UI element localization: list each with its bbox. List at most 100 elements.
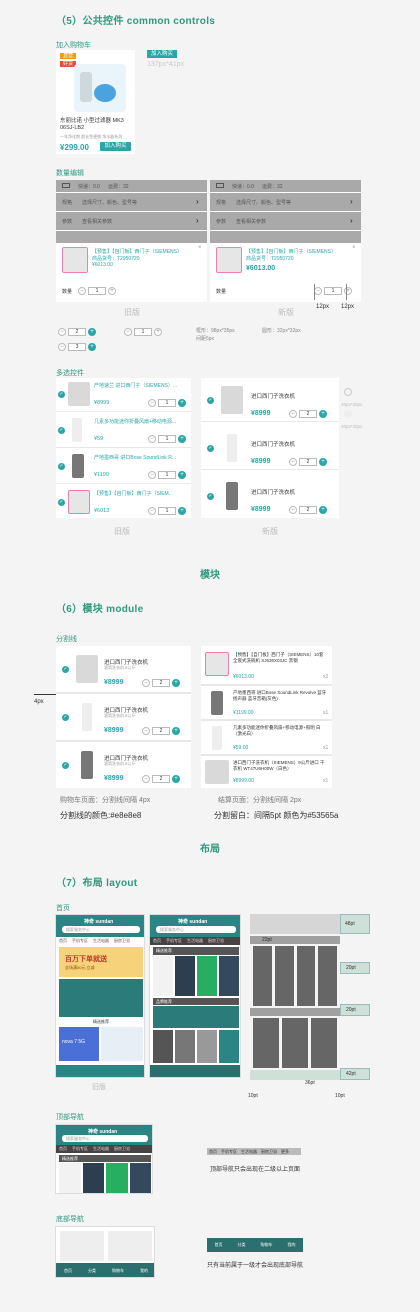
spec-row[interactable]: 规格 选择尺寸、颜色、型号等 › (210, 193, 361, 211)
tab-home[interactable]: 首页 (59, 1145, 67, 1153)
plus-icon[interactable]: + (108, 287, 116, 295)
category-grid[interactable] (59, 979, 143, 1017)
qty-stepper[interactable]: −2 + (142, 775, 180, 783)
stepper-value[interactable]: 1 (134, 328, 152, 336)
check-icon[interactable]: ✓ (62, 714, 69, 721)
check-icon[interactable]: ✓ (58, 427, 65, 434)
param-row[interactable]: 参数 查看相关参数 › (56, 212, 207, 230)
tab-phones[interactable]: 手机专区 (221, 1148, 237, 1155)
nav-category[interactable]: 分类 (238, 1242, 246, 1248)
close-icon[interactable]: × (352, 245, 356, 251)
tab-appliances[interactable]: 生活电器 (93, 1145, 109, 1153)
tab-bar[interactable]: 首页 手机专区 生活电器 厨房卫浴 (56, 937, 144, 945)
qty-value[interactable]: 1 (324, 287, 342, 295)
spec-row[interactable]: 规格 选择尺寸、颜色、型号等 › (56, 193, 207, 211)
search-input[interactable]: 搜索服务中心 (156, 926, 236, 933)
bottom-nav[interactable] (56, 1065, 144, 1077)
stepper-value[interactable]: 2 (68, 328, 86, 336)
qty-stepper[interactable]: −2 + (142, 727, 180, 735)
bottom-nav[interactable]: 首页 分类 购物车 我的 (56, 1263, 154, 1277)
qty-stepper[interactable]: −2 + (289, 410, 327, 418)
radio-unchecked-icon[interactable] (344, 388, 352, 396)
nav-cart[interactable]: 购物车 (261, 1242, 273, 1248)
tab-kitchen[interactable]: 厨房卫浴 (261, 1148, 277, 1155)
check-icon[interactable]: ✓ (62, 762, 69, 769)
list-item[interactable]: ✓ 产地速兰 进口西门子（SIEMENS）... ¥8999 −1 + (56, 378, 191, 412)
minus-icon[interactable]: − (58, 343, 66, 351)
tab-phones[interactable]: 手机专区 (166, 937, 182, 945)
tab-phones[interactable]: 手机专区 (72, 937, 88, 945)
check-icon[interactable]: ✓ (62, 666, 69, 673)
tab-home[interactable]: 首页 (59, 937, 67, 945)
top-nav-strip[interactable]: 首页 手机专区 生活电器 厨房卫浴 更多 (207, 1148, 301, 1155)
plus-icon[interactable]: + (88, 328, 96, 336)
tab-kitchen[interactable]: 厨房卫浴 (114, 1145, 130, 1153)
list-item[interactable]: ✓ 产地墨西哥 进口Bose SoundLink R... ¥1199 −1 + (56, 450, 191, 484)
check-icon[interactable]: ✓ (58, 391, 65, 398)
list-item[interactable]: ✓ 进口西门子洗衣机 滚筒洗衣机 8公斤 ¥8999 −2 + (56, 694, 191, 740)
brand-grid[interactable] (153, 1006, 239, 1028)
param-row[interactable]: 参数 查看相关参数 › (210, 212, 361, 230)
stepper-value[interactable]: 3 (68, 343, 86, 351)
plus-icon[interactable]: + (154, 328, 162, 336)
bottom-nav-strip[interactable]: 首页 分类 购物车 我的 (207, 1238, 303, 1252)
qty-stepper[interactable]: −1 + (148, 471, 186, 479)
qty-stepper[interactable]: −2 + (289, 458, 327, 466)
check-icon[interactable]: ✓ (58, 463, 65, 470)
nav-home[interactable]: 首页 (64, 1268, 72, 1274)
check-icon[interactable]: ✓ (207, 397, 214, 404)
check-icon[interactable]: ✓ (207, 445, 214, 452)
plus-icon[interactable]: + (88, 343, 96, 351)
check-icon[interactable]: ✓ (58, 499, 65, 506)
nav-category[interactable]: 分类 (88, 1268, 96, 1274)
product-row[interactable] (59, 1163, 151, 1193)
stepper-demo-c[interactable]: − 3 + (58, 343, 96, 351)
tab-appliances[interactable]: 生活电器 (187, 937, 203, 945)
list-item[interactable]: ✓ 进口西门子洗衣机 ¥8999 −2 + (201, 426, 339, 470)
search-input[interactable]: 搜索服务中心 (62, 1135, 148, 1142)
list-item[interactable]: ✓ 进口西门子洗衣机 滚筒洗衣机 8公斤 ¥8999 −2 + (56, 742, 191, 788)
add-to-cart-badge[interactable]: 加入购买 (147, 50, 177, 58)
nova-ad[interactable]: nova 7 5G (59, 1027, 99, 1061)
search-input[interactable]: 搜索服务中心 (62, 926, 140, 933)
promo-banner[interactable]: 百万下单就送 全场满50元 立减 (59, 947, 143, 977)
qty-stepper[interactable]: −1 + (148, 507, 186, 515)
close-icon[interactable]: × (198, 245, 202, 251)
check-icon[interactable]: ✓ (207, 493, 214, 500)
nav-cart[interactable]: 购物车 (112, 1268, 124, 1274)
tab-appliances[interactable]: 生活电器 (93, 937, 109, 945)
list-item[interactable]: ✓ 进口西门子洗衣机 ¥8999 −2 + (201, 378, 339, 422)
minus-icon[interactable]: − (58, 328, 66, 336)
tab-kitchen[interactable]: 厨房卫浴 (208, 937, 224, 945)
tab-home[interactable]: 首页 (209, 1148, 217, 1155)
product-row[interactable] (153, 956, 239, 996)
qty-stepper[interactable]: −2 + (289, 506, 327, 514)
tab-home[interactable]: 首页 (153, 937, 161, 945)
bottom-nav[interactable] (150, 1065, 240, 1077)
stepper-demo-a[interactable]: − 2 + (58, 328, 96, 336)
tab-kitchen[interactable]: 厨房卫浴 (114, 937, 130, 945)
list-item[interactable]: ✓ 进口西门子洗衣机 滚筒洗衣机 8公斤 ¥8999 −2 + (56, 646, 191, 692)
list-item[interactable]: ✓ 【预售】【自门板】西门子（SIEM... ¥6013 −1 + (56, 486, 191, 518)
qty-stepper[interactable]: −1 + (148, 399, 186, 407)
tab-bar[interactable]: 首页 手机专区 生活电器 厨房卫浴 (56, 1145, 152, 1153)
add-to-cart-button[interactable]: 加入购买 (100, 142, 131, 151)
qty-value[interactable]: 1 (88, 287, 106, 295)
list-item[interactable]: ✓ 进口西门子洗衣机 ¥8999 −2 + (201, 474, 339, 518)
tab-appliances[interactable]: 生活电器 (241, 1148, 257, 1155)
nav-home[interactable]: 首页 (215, 1242, 223, 1248)
tab-bar[interactable]: 首页 手机专区 生活电器 厨房卫浴 (150, 937, 240, 945)
product-row[interactable] (153, 1030, 239, 1063)
minus-icon[interactable]: − (314, 287, 322, 295)
tab-more[interactable]: 更多 (281, 1148, 289, 1155)
tab-phones[interactable]: 手机专区 (72, 1145, 88, 1153)
minus-icon[interactable]: − (124, 328, 132, 336)
nav-mine[interactable]: 我的 (140, 1268, 148, 1274)
list-item[interactable]: ✓ 几素多功能迷你折叠风扇+移动电源... ¥59 −1 + (56, 414, 191, 448)
product-card[interactable] (60, 1231, 104, 1261)
qty-stepper[interactable]: −1 + (148, 435, 186, 443)
stepper-demo-b[interactable]: − 1 + (124, 328, 162, 336)
minus-icon[interactable]: − (78, 287, 86, 295)
qty-stepper[interactable]: −2 + (142, 679, 180, 687)
product-card[interactable] (108, 1231, 152, 1261)
